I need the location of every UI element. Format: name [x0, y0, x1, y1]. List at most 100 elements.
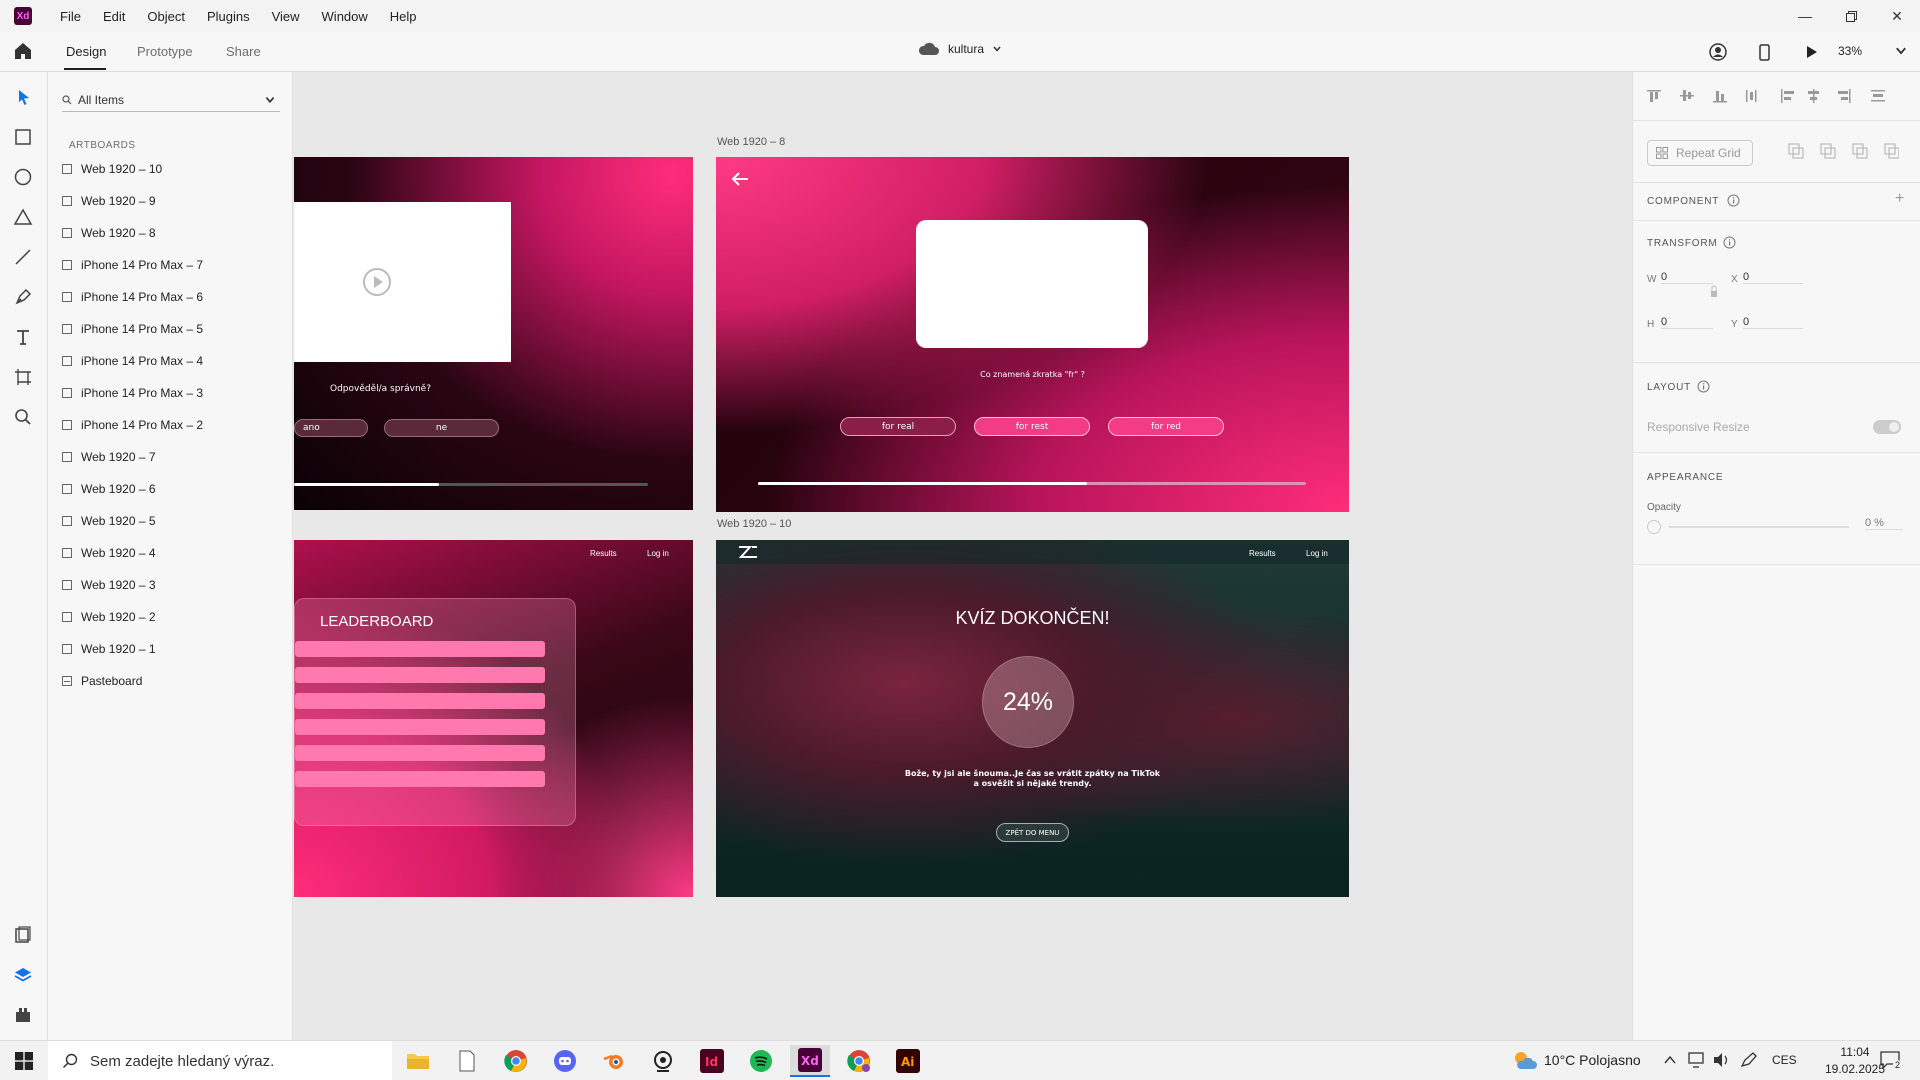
- ellipse-tool-icon[interactable]: [12, 166, 34, 188]
- opacity-input[interactable]: 0 %: [1865, 517, 1903, 530]
- lock-aspect-icon[interactable]: [1710, 284, 1718, 298]
- layer-row[interactable]: Web 1920 – 10: [62, 158, 282, 180]
- chrome-app[interactable]: [496, 1045, 536, 1077]
- chrome-profile-app[interactable]: [839, 1045, 879, 1077]
- artboard-name-label[interactable]: Web 1920 – 8: [717, 136, 785, 148]
- polygon-tool-icon[interactable]: [12, 206, 34, 228]
- info-icon[interactable]: [1727, 194, 1740, 207]
- height-input[interactable]: 0: [1661, 316, 1713, 329]
- layer-row[interactable]: iPhone 14 Pro Max – 2: [62, 414, 282, 436]
- weather-icon[interactable]: [1512, 1049, 1538, 1071]
- layer-row[interactable]: Web 1920 – 5: [62, 510, 282, 532]
- network-icon[interactable]: [1688, 1052, 1706, 1068]
- layer-row[interactable]: Web 1920 – 1: [62, 638, 282, 660]
- pen-tool-icon[interactable]: [12, 286, 34, 308]
- layer-row[interactable]: Web 1920 – 3: [62, 574, 282, 596]
- assets-panel-icon[interactable]: [12, 924, 34, 946]
- minimize-button[interactable]: —: [1782, 0, 1828, 32]
- tab-design[interactable]: Design: [66, 44, 106, 59]
- text-tool-icon[interactable]: [12, 326, 34, 348]
- xd-app-active[interactable]: Xd: [790, 1045, 830, 1077]
- zoom-chevron-icon[interactable]: [1894, 44, 1908, 58]
- notepad-app[interactable]: [447, 1045, 487, 1077]
- menu-object[interactable]: Object: [147, 9, 185, 24]
- nav-login-link[interactable]: Log in: [647, 549, 669, 558]
- layer-row[interactable]: Web 1920 – 9: [62, 190, 282, 212]
- answer-yes-button[interactable]: ano: [294, 419, 368, 437]
- taskbar-search-box[interactable]: Sem zadejte hledaný výraz.: [48, 1041, 392, 1080]
- layer-row[interactable]: iPhone 14 Pro Max – 6: [62, 286, 282, 308]
- tab-prototype[interactable]: Prototype: [137, 44, 193, 59]
- width-input[interactable]: 0: [1661, 271, 1713, 284]
- discord-app[interactable]: [545, 1045, 585, 1077]
- layer-row-pasteboard[interactable]: Pasteboard: [62, 670, 282, 692]
- answer-no-button[interactable]: ne: [384, 419, 499, 437]
- rectangle-tool-icon[interactable]: [12, 126, 34, 148]
- opacity-slider-track[interactable]: [1669, 526, 1849, 528]
- artboard-web-9[interactable]: Odpověděl/a správně? ano ne: [294, 157, 693, 510]
- file-explorer-app[interactable]: [398, 1045, 438, 1077]
- menu-view[interactable]: View: [272, 9, 300, 24]
- indesign-app[interactable]: Id: [692, 1045, 732, 1077]
- option-button[interactable]: for real: [840, 417, 956, 436]
- weather-text[interactable]: 10°C Polojasno: [1544, 1052, 1641, 1068]
- repeat-grid-button[interactable]: Repeat Grid: [1647, 140, 1753, 166]
- play-icon[interactable]: [1801, 42, 1821, 62]
- layers-panel-icon[interactable]: [12, 964, 34, 986]
- menu-plugins[interactable]: Plugins: [207, 9, 250, 24]
- spotify-app[interactable]: [741, 1045, 781, 1077]
- line-tool-icon[interactable]: [12, 246, 34, 268]
- responsive-resize-toggle[interactable]: [1873, 420, 1901, 434]
- layer-row[interactable]: Web 1920 – 7: [62, 446, 282, 468]
- artboard-web-8[interactable]: Co znamená zkratka "fr" ? for real for r…: [716, 157, 1349, 512]
- blender-app[interactable]: [594, 1045, 634, 1077]
- tab-share[interactable]: Share: [226, 44, 261, 59]
- layer-row[interactable]: iPhone 14 Pro Max – 3: [62, 382, 282, 404]
- chevron-up-icon[interactable]: [1664, 1055, 1676, 1065]
- nav-results-link[interactable]: Results: [590, 549, 617, 558]
- artboard-web-10[interactable]: Results Log in KVÍZ DOKONČEN! 24% Bože, …: [716, 540, 1349, 897]
- back-arrow-icon[interactable]: [730, 171, 750, 187]
- share-user-icon[interactable]: [1708, 42, 1728, 62]
- illustrator-app[interactable]: Ai: [888, 1045, 928, 1077]
- y-input[interactable]: 0: [1743, 316, 1803, 329]
- input-language[interactable]: CES: [1772, 1053, 1797, 1067]
- design-canvas[interactable]: Odpověděl/a správně? ano ne Web 1920 – 8…: [294, 72, 1631, 1040]
- back-to-menu-button[interactable]: ZPĚT DO MENU: [996, 823, 1069, 842]
- menu-edit[interactable]: Edit: [103, 9, 125, 24]
- mobile-preview-icon[interactable]: [1754, 42, 1774, 62]
- nav-login-link[interactable]: Log in: [1306, 549, 1328, 558]
- start-button[interactable]: [0, 1041, 48, 1080]
- nav-results-link[interactable]: Results: [1249, 549, 1276, 558]
- layer-row[interactable]: Web 1920 – 4: [62, 542, 282, 564]
- artboard-leaderboard[interactable]: Results Log in LEADERBOARD: [294, 540, 693, 897]
- layer-row[interactable]: iPhone 14 Pro Max – 5: [62, 318, 282, 340]
- site-logo-icon[interactable]: [738, 545, 758, 559]
- add-component-button[interactable]: +: [1895, 190, 1904, 208]
- select-tool-icon[interactable]: [12, 86, 34, 108]
- menu-help[interactable]: Help: [390, 9, 417, 24]
- zoom-tool-icon[interactable]: [12, 406, 34, 428]
- home-icon[interactable]: [12, 40, 34, 62]
- layer-row[interactable]: iPhone 14 Pro Max – 7: [62, 254, 282, 276]
- close-window-button[interactable]: ✕: [1874, 0, 1920, 32]
- align-tools-row[interactable]: [1647, 88, 1895, 104]
- zoom-level[interactable]: 33%: [1838, 44, 1862, 58]
- info-icon[interactable]: [1723, 236, 1736, 249]
- plugins-panel-icon[interactable]: [12, 1004, 34, 1026]
- menu-window[interactable]: Window: [322, 9, 368, 24]
- option-button[interactable]: for red: [1108, 417, 1224, 436]
- play-circle-icon[interactable]: [362, 267, 392, 297]
- restore-button[interactable]: [1828, 0, 1874, 32]
- layer-row[interactable]: Web 1920 – 6: [62, 478, 282, 500]
- option-button[interactable]: for rest: [974, 417, 1090, 436]
- pen-input-icon[interactable]: [1740, 1052, 1758, 1068]
- info-icon[interactable]: [1697, 380, 1710, 393]
- layer-row[interactable]: iPhone 14 Pro Max – 4: [62, 350, 282, 372]
- menu-file[interactable]: File: [60, 9, 81, 24]
- x-input[interactable]: 0: [1743, 271, 1803, 284]
- opacity-slider-handle[interactable]: [1647, 520, 1661, 534]
- boolean-ops-icons[interactable]: [1787, 142, 1899, 160]
- layer-row[interactable]: Web 1920 – 2: [62, 606, 282, 628]
- volume-icon[interactable]: [1713, 1052, 1731, 1068]
